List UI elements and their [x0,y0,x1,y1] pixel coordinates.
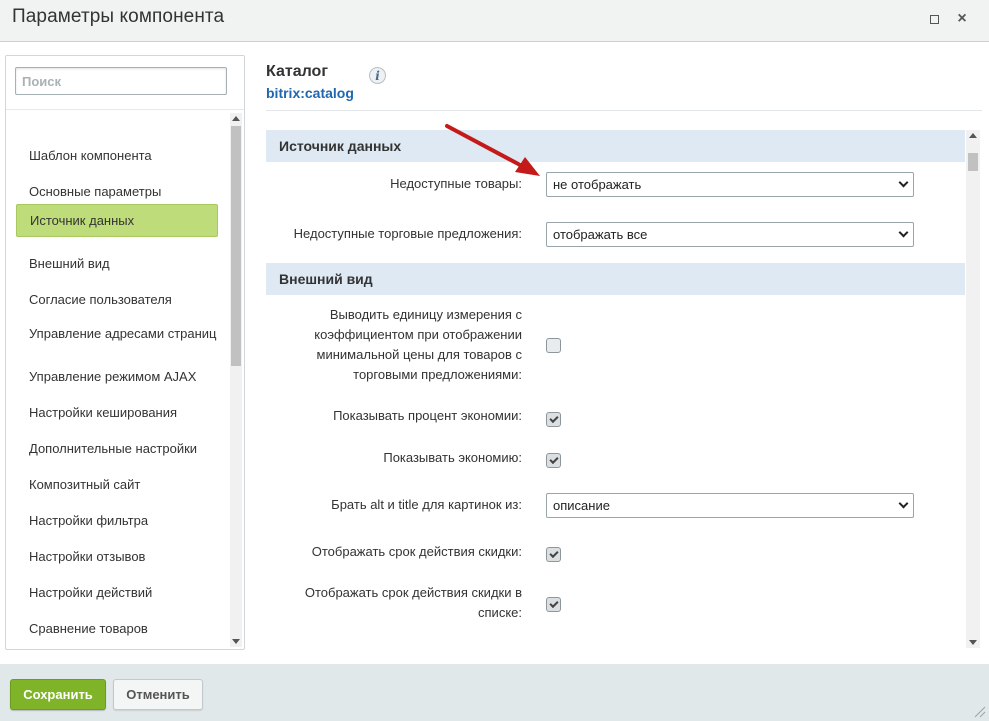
sidebar-item-additional[interactable]: Дополнительные настройки [16,433,218,463]
show-discount-period-list-checkbox[interactable] [546,597,561,612]
param-label: Недоступные товары: [390,176,522,191]
sidebar-item-label: Источник данных [30,213,135,228]
chevron-down-icon [898,227,909,238]
maximize-icon [929,14,939,24]
alt-title-source-select[interactable]: описание [546,493,914,518]
unavailable-offers-select[interactable]: отображать все [546,222,914,247]
search-area [6,56,244,110]
select-value: отображать все [553,227,648,242]
sidebar-item-page-urls[interactable]: Управление адресами страниц [16,316,218,350]
check-icon [548,413,559,424]
sidebar-item-label: Согласие пользователя [29,291,172,307]
sidebar-item-actions[interactable]: Настройки действий [16,577,218,607]
sidebar-item-label: Шаблон компонента [29,147,152,163]
params-panel: Источник данных Недоступные товары: не о… [266,130,966,648]
info-icon[interactable]: i [369,67,386,84]
sidebar-item-reviews[interactable]: Настройки отзывов [16,541,218,571]
show-economy-checkbox[interactable] [546,453,561,468]
select-value: описание [553,498,610,513]
sidebar-item-main-params[interactable]: Основные параметры [16,176,218,206]
component-name: Каталог [266,63,328,80]
sidebar-scrollbar[interactable] [230,113,242,647]
param-label: Показывать экономию: [383,450,522,465]
dialog-footer: Сохранить Отменить [0,664,989,721]
scroll-up-icon[interactable] [969,133,977,138]
close-icon: × [957,10,967,27]
param-label: Брать alt и title для картинок из: [331,497,522,512]
check-icon [548,598,559,609]
component-code: bitrix:catalog [266,85,354,101]
sidebar-item-label: Сравнение товаров [29,620,148,636]
dialog-content: Шаблон компонента Основные параметры Ист… [0,42,989,664]
sidebar-item-ajax[interactable]: Управление режимом AJAX [16,361,218,391]
check-icon [548,548,559,559]
params-scrollbar[interactable] [966,130,980,648]
param-label: Отображать срок действия скидки: [311,544,522,559]
sidebar-item-label: Настройки кеширования [29,404,178,420]
sidebar: Шаблон компонента Основные параметры Ист… [5,55,245,650]
param-label: Выводить единицу измерения с коэффициент… [314,307,522,382]
chevron-down-icon [898,177,909,188]
section-header-data-source: Источник данных [266,130,965,162]
sidebar-scroll-thumb[interactable] [231,126,241,366]
param-label: Недоступные торговые предложения: [293,226,522,241]
chevron-down-icon [898,498,909,509]
sidebar-nav: Шаблон компонента Основные параметры Ист… [6,113,230,648]
scroll-down-icon[interactable] [969,640,977,645]
sidebar-item-label: Внешний вид [29,255,110,271]
unit-ratio-checkbox[interactable] [546,338,561,353]
sidebar-item-consent[interactable]: Согласие пользователя [16,284,218,314]
resize-grip-icon[interactable] [972,704,986,718]
section-header-appearance: Внешний вид [266,263,965,295]
cancel-button[interactable]: Отменить [113,679,203,710]
sidebar-item-label: Управление режимом AJAX [29,368,197,384]
sidebar-item-label: Настройки действий [29,584,153,600]
sidebar-item-label: Настройки фильтра [29,512,149,528]
sidebar-item-label: Основные параметры [29,183,162,199]
sidebar-item-data-source[interactable]: Источник данных [16,204,218,237]
show-discount-period-checkbox[interactable] [546,547,561,562]
param-label: Отображать срок действия скидки в списке… [304,585,522,620]
check-icon [548,454,559,465]
window-titlebar: Параметры компонента × [0,0,989,42]
sidebar-item-caching[interactable]: Настройки кеширования [16,397,218,427]
search-input[interactable] [15,67,227,95]
sidebar-item-compare[interactable]: Сравнение товаров [16,613,218,643]
scroll-up-icon[interactable] [232,116,240,121]
close-button[interactable]: × [953,10,971,28]
save-button[interactable]: Сохранить [10,679,106,710]
sidebar-item-template[interactable]: Шаблон компонента [16,140,218,170]
sidebar-item-label: Композитный сайт [29,476,141,492]
sidebar-item-filter[interactable]: Настройки фильтра [16,505,218,535]
sidebar-item-label: Управление адресами страниц [29,325,217,341]
sidebar-item-label: Настройки отзывов [29,548,146,564]
divider [266,110,982,111]
window-title: Параметры компонента [12,6,225,27]
show-discount-percent-checkbox[interactable] [546,412,561,427]
params-scroll-thumb[interactable] [968,153,978,171]
select-value: не отображать [553,177,642,192]
param-label: Показывать процент экономии: [333,408,522,423]
maximize-button[interactable] [925,10,943,28]
sidebar-item-label: Дополнительные настройки [29,440,198,456]
sidebar-item-composite[interactable]: Композитный сайт [16,469,218,499]
scroll-down-icon[interactable] [232,639,240,644]
unavailable-goods-select[interactable]: не отображать [546,172,914,197]
sidebar-item-appearance[interactable]: Внешний вид [16,248,218,278]
